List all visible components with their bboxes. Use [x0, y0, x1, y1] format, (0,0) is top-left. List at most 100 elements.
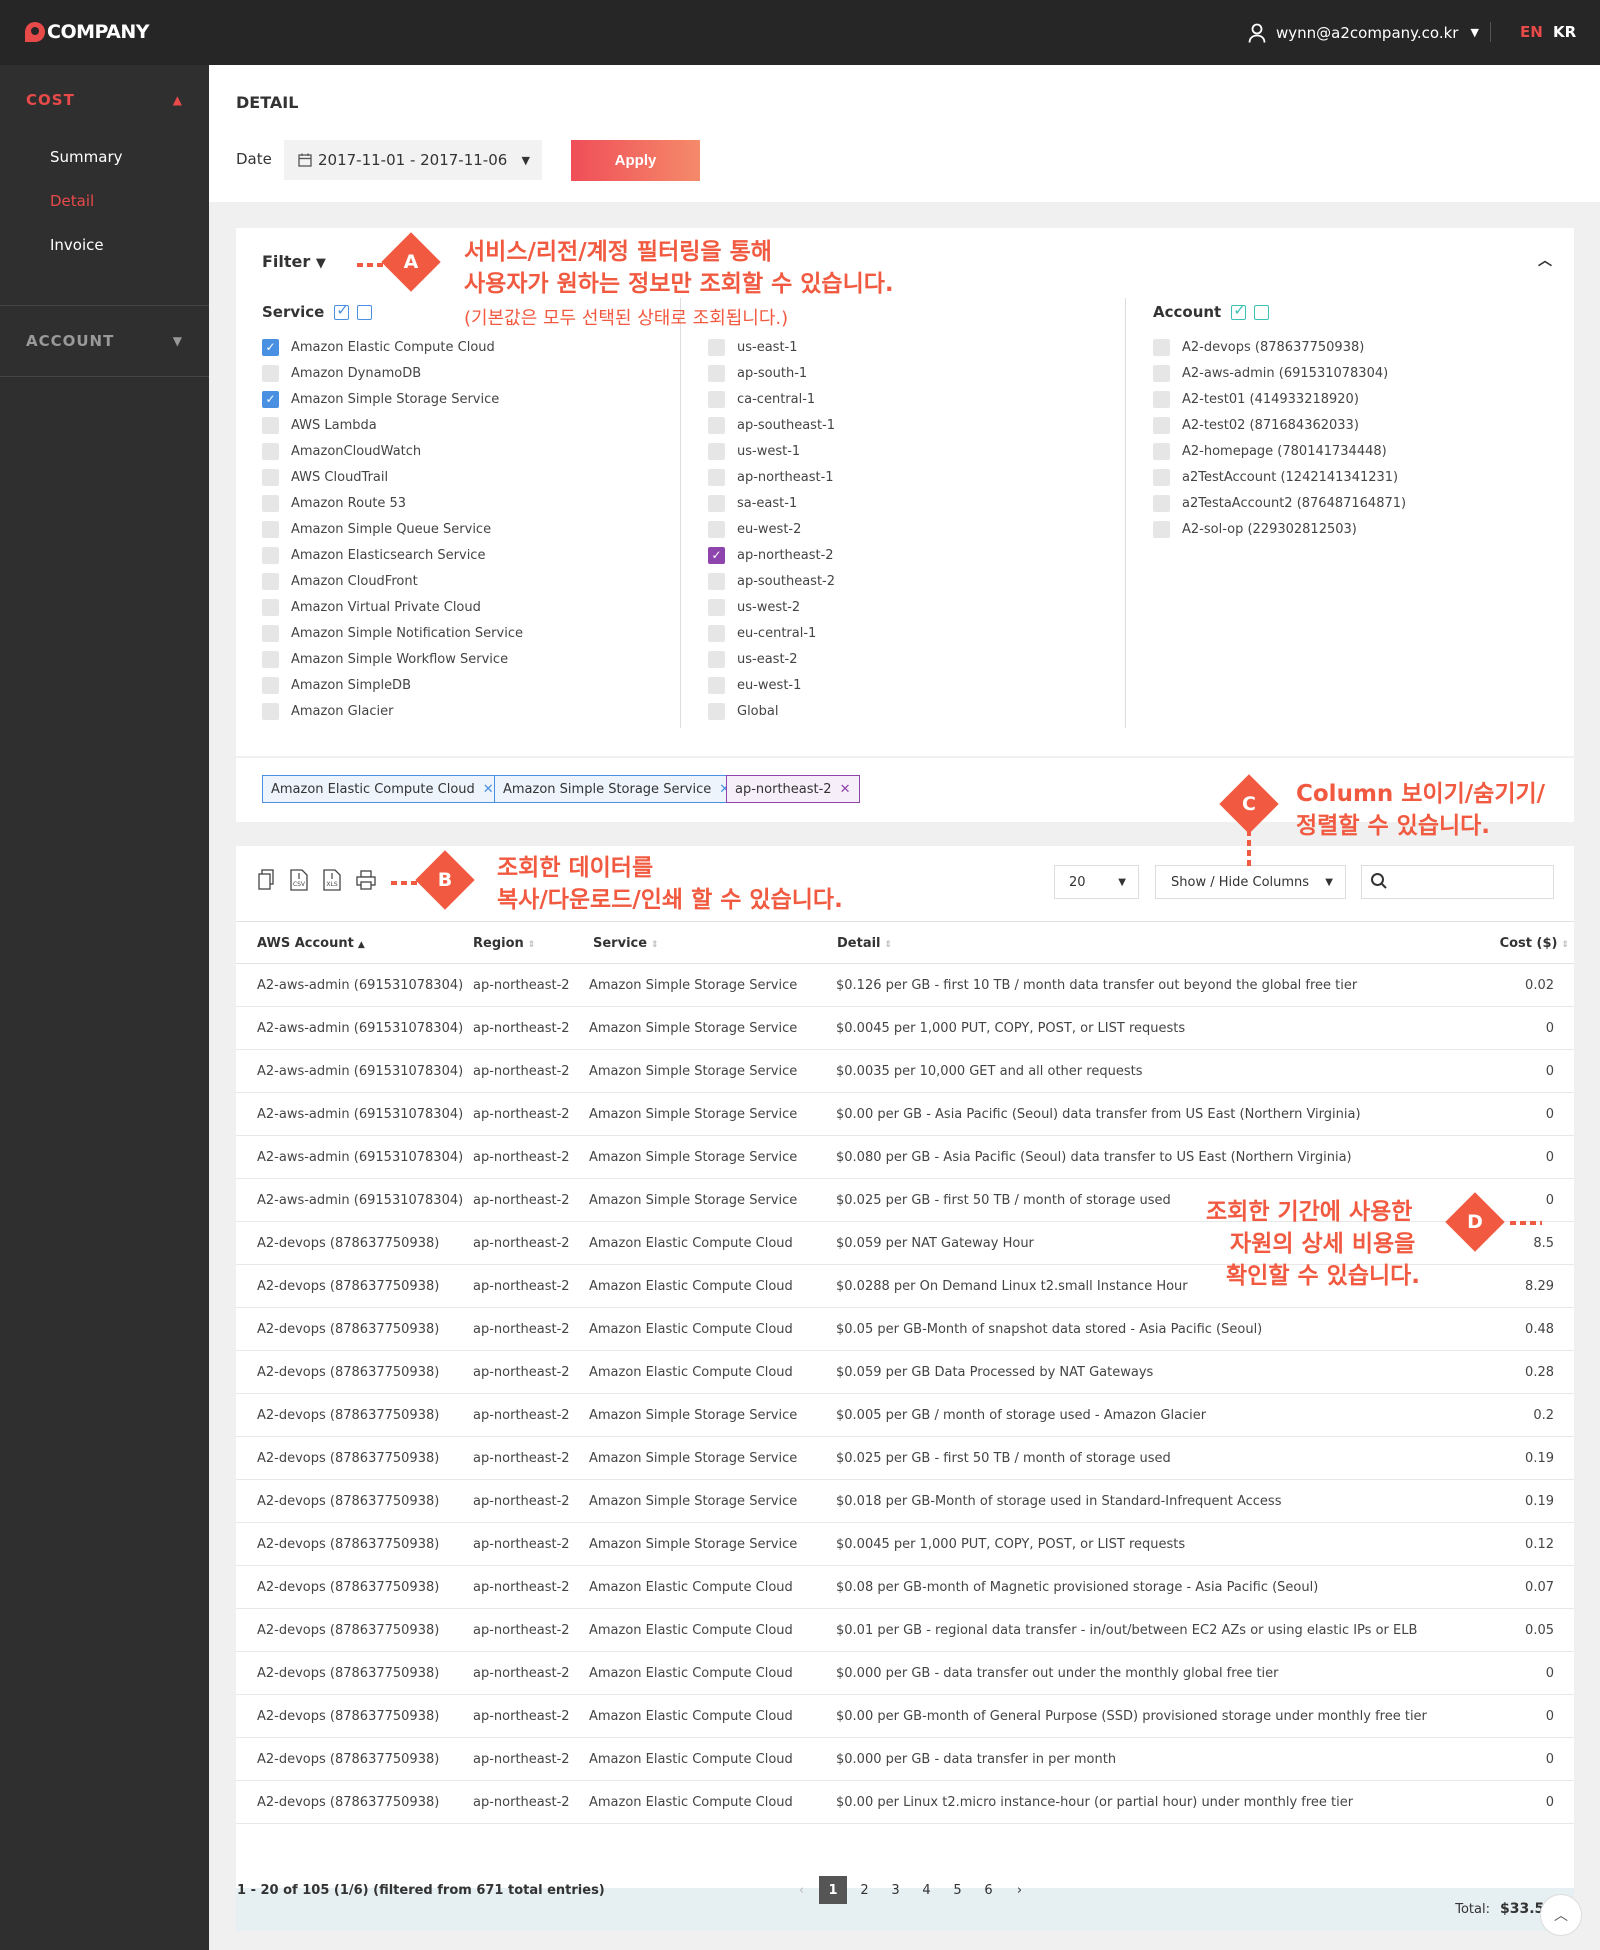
lang-kr-button[interactable]: KR — [1553, 0, 1576, 65]
deselect-all-checkbox[interactable] — [357, 304, 373, 320]
filter-option[interactable]: AWS Lambda — [262, 412, 682, 438]
filter-option[interactable]: Global — [708, 698, 1128, 724]
checkbox[interactable] — [1153, 364, 1170, 382]
checkbox[interactable] — [708, 650, 725, 668]
checkbox[interactable] — [262, 572, 279, 590]
checkbox[interactable] — [1153, 442, 1170, 460]
sidebar-item-detail[interactable]: Detail — [0, 179, 209, 223]
page-button[interactable]: 2 — [849, 1876, 880, 1904]
column-header-service[interactable]: Service ⇕ — [593, 922, 659, 965]
apply-button[interactable]: Apply — [571, 140, 700, 181]
checkbox[interactable] — [708, 468, 725, 486]
checkbox[interactable] — [262, 598, 279, 616]
filter-option[interactable]: ap-northeast-1 — [708, 464, 1128, 490]
checkbox[interactable] — [262, 624, 279, 642]
checkbox[interactable] — [708, 598, 725, 616]
collapse-icon[interactable]: ︿ — [1538, 250, 1552, 270]
filter-option[interactable]: Amazon SimpleDB — [262, 672, 682, 698]
column-header-detail[interactable]: Detail ⇕ — [837, 922, 892, 965]
checkbox[interactable] — [262, 364, 279, 382]
filter-option[interactable]: Amazon Simple Queue Service — [262, 516, 682, 542]
filter-option[interactable]: ✓ ap-northeast-2 — [708, 542, 1128, 568]
show-hide-columns-button[interactable]: Show / Hide Columns ▼ — [1155, 865, 1346, 899]
print-icon[interactable] — [356, 869, 376, 891]
checkbox[interactable] — [262, 546, 279, 564]
filter-option[interactable]: A2-test01 (414933218920) — [1153, 386, 1553, 412]
checkbox[interactable] — [708, 364, 725, 382]
filter-option[interactable]: a2TestaAccount2 (876487164871) — [1153, 490, 1553, 516]
filter-option[interactable]: AWS CloudTrail — [262, 464, 682, 490]
user-menu[interactable]: wynn@a2company.co.kr ▼ — [1248, 0, 1479, 65]
filter-option[interactable]: Amazon Elasticsearch Service — [262, 542, 682, 568]
prev-page-icon[interactable]: ‹ — [786, 1876, 817, 1904]
checkbox[interactable] — [708, 390, 725, 408]
page-button[interactable]: 3 — [880, 1876, 911, 1904]
checkbox[interactable] — [708, 702, 725, 720]
filter-option[interactable]: A2-devops (878637750938) — [1153, 334, 1553, 360]
checkbox[interactable] — [708, 494, 725, 512]
copy-icon[interactable] — [257, 869, 275, 891]
checkbox[interactable]: ✓ — [708, 546, 725, 564]
brand-logo[interactable]: COMPANY — [25, 20, 150, 44]
next-page-icon[interactable]: › — [1004, 1876, 1035, 1904]
filter-option[interactable]: ap-south-1 — [708, 360, 1128, 386]
filter-option[interactable]: ca-central-1 — [708, 386, 1128, 412]
page-size-select[interactable]: 20 ▼ — [1054, 865, 1139, 899]
filter-option[interactable]: us-east-2 — [708, 646, 1128, 672]
checkbox[interactable] — [1153, 468, 1170, 486]
filter-option[interactable]: us-east-1 — [708, 334, 1128, 360]
column-header-cost[interactable]: Cost ($) ⇕ — [1500, 922, 1569, 965]
xls-download-icon[interactable]: XLS — [323, 869, 341, 891]
sidebar-item-invoice[interactable]: Invoice — [0, 223, 209, 267]
filter-option[interactable]: Amazon Simple Notification Service — [262, 620, 682, 646]
sidebar-section-account[interactable]: ACCOUNT ▼ — [0, 306, 209, 376]
close-icon[interactable]: ✕ — [840, 782, 851, 797]
filter-option[interactable]: sa-east-1 — [708, 490, 1128, 516]
checkbox[interactable] — [262, 702, 279, 720]
filter-option[interactable]: Amazon DynamoDB — [262, 360, 682, 386]
checkbox[interactable] — [708, 572, 725, 590]
filter-option[interactable]: A2-homepage (780141734448) — [1153, 438, 1553, 464]
checkbox[interactable] — [262, 416, 279, 434]
filter-option[interactable]: eu-central-1 — [708, 620, 1128, 646]
checkbox[interactable] — [1153, 338, 1170, 356]
filter-tag[interactable]: Amazon Simple Storage Service ✕ — [494, 775, 740, 803]
checkbox[interactable] — [262, 494, 279, 512]
filter-option[interactable]: A2-aws-admin (691531078304) — [1153, 360, 1553, 386]
checkbox[interactable] — [262, 468, 279, 486]
page-button[interactable]: 6 — [973, 1876, 1004, 1904]
column-header-region[interactable]: Region ⇕ — [473, 922, 535, 965]
sidebar-section-cost[interactable]: COST ▲ — [0, 65, 209, 135]
filter-option[interactable]: ap-southeast-1 — [708, 412, 1128, 438]
filter-option[interactable]: Amazon Virtual Private Cloud — [262, 594, 682, 620]
close-icon[interactable]: ✕ — [483, 782, 494, 797]
search-input[interactable] — [1361, 865, 1554, 899]
checkbox[interactable] — [708, 676, 725, 694]
column-header-aws-account[interactable]: AWS Account ▲ — [257, 922, 365, 965]
sidebar-item-summary[interactable]: Summary — [0, 135, 209, 179]
filter-option[interactable]: eu-west-2 — [708, 516, 1128, 542]
scroll-to-top-button[interactable]: ︿ — [1540, 1894, 1582, 1936]
checkbox[interactable] — [708, 624, 725, 642]
deselect-all-checkbox[interactable] — [1254, 304, 1270, 320]
checkbox[interactable]: ✓ — [262, 338, 279, 356]
filter-option[interactable]: ✓ Amazon Simple Storage Service — [262, 386, 682, 412]
csv-download-icon[interactable]: CSV — [290, 869, 308, 891]
page-button[interactable]: 4 — [911, 1876, 942, 1904]
checkbox[interactable] — [262, 676, 279, 694]
checkbox[interactable] — [1153, 390, 1170, 408]
select-all-checkbox[interactable] — [334, 301, 350, 320]
filter-option[interactable]: Amazon Glacier — [262, 698, 682, 724]
checkbox[interactable] — [262, 520, 279, 538]
checkbox[interactable] — [1153, 416, 1170, 434]
filter-option[interactable]: Amazon Route 53 — [262, 490, 682, 516]
checkbox[interactable] — [708, 338, 725, 356]
page-button[interactable]: 5 — [942, 1876, 973, 1904]
filter-tag[interactable]: ap-northeast-2 ✕ — [726, 775, 860, 803]
checkbox[interactable]: ✓ — [262, 390, 279, 408]
checkbox[interactable] — [1153, 494, 1170, 512]
filter-option[interactable]: us-west-1 — [708, 438, 1128, 464]
checkbox[interactable] — [708, 520, 725, 538]
date-range-picker[interactable]: 2017-11-01 - 2017-11-06 ▼ — [284, 140, 542, 180]
page-button[interactable]: 1 — [819, 1876, 847, 1904]
